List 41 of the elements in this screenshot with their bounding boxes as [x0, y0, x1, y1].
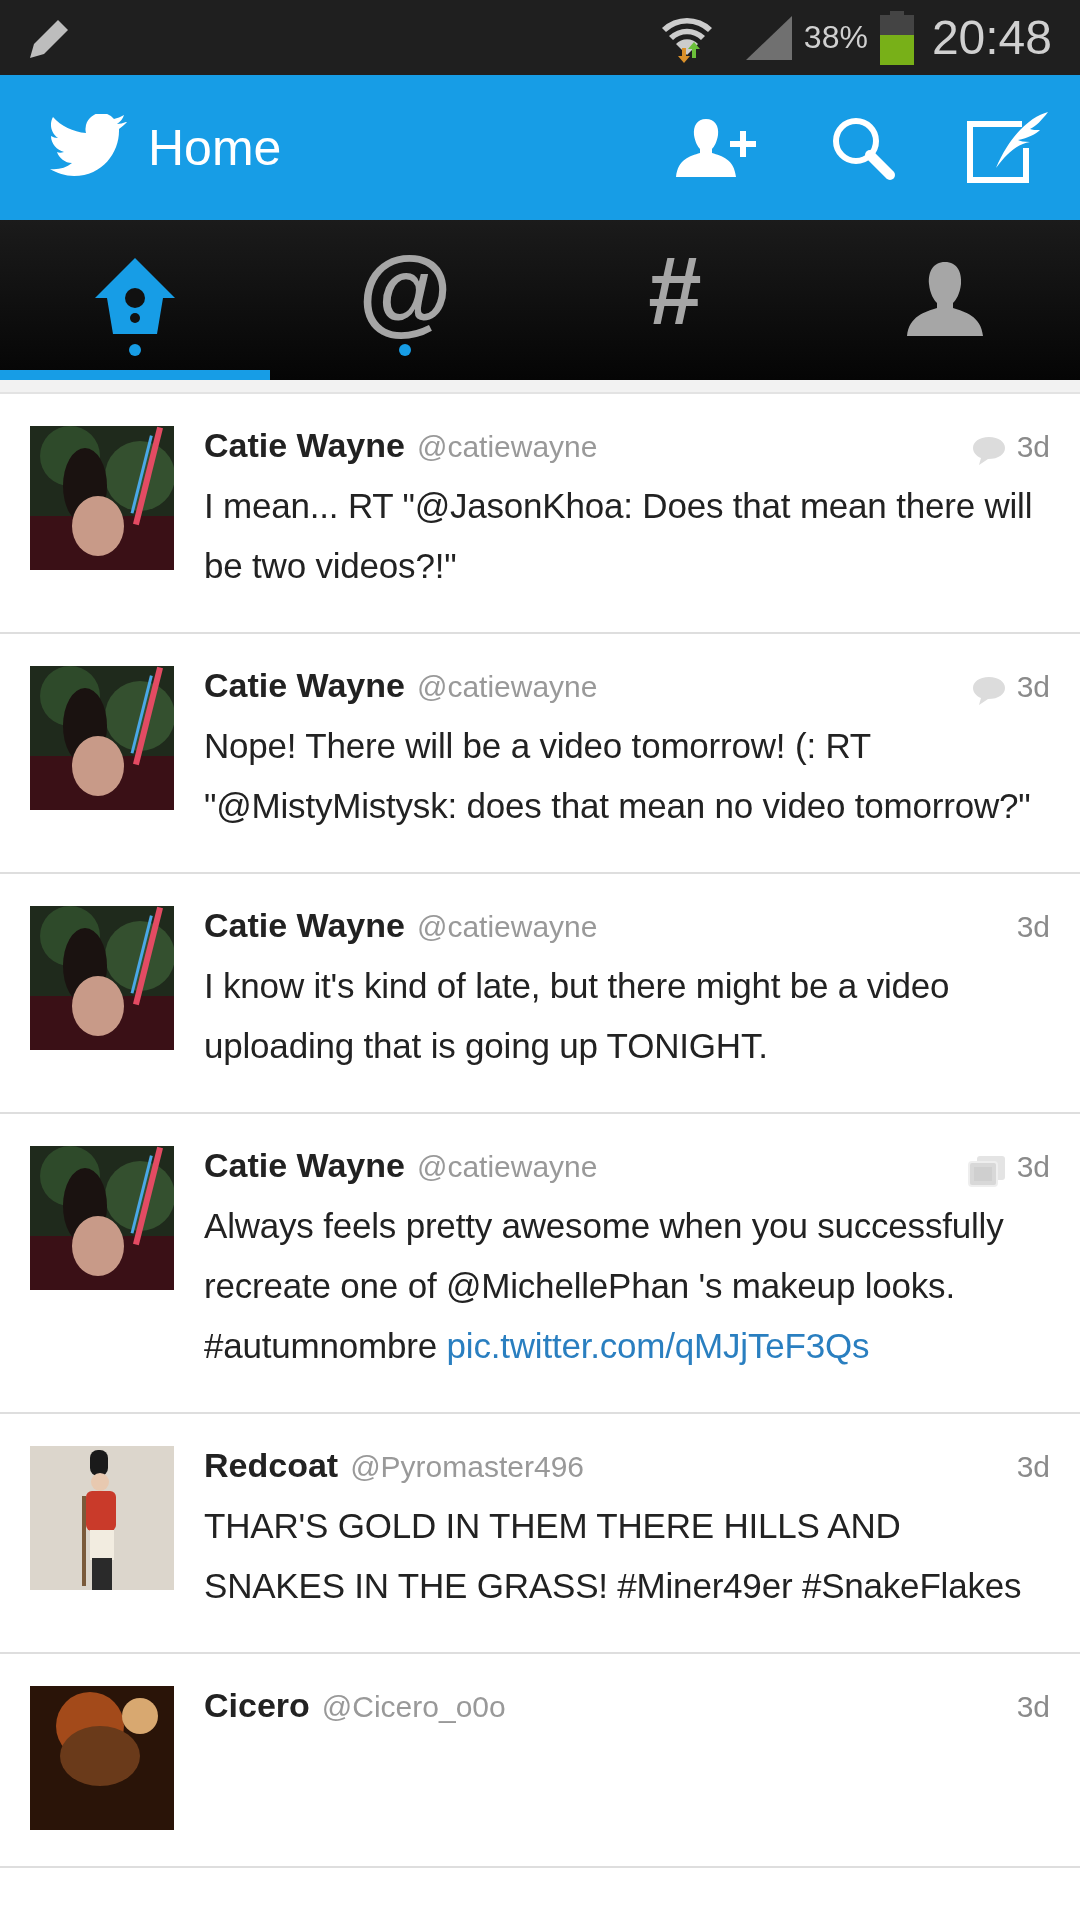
tweet-time: 3d	[1016, 1690, 1050, 1724]
tweet-row[interactable]: Catie Wayne @catiewayne 3d Always feels pretty awesome when you successfully recreate one of @MichellePhan 's makeup looks. #autumnombre pic.twitter.com/qMJjTeF3Qs	[0, 1114, 1080, 1414]
tweet-row[interactable]: Cicero @Cicero_o0o 3d	[0, 1654, 1080, 1868]
screen-title: Home	[148, 118, 282, 177]
author-handle: @catiewayne	[416, 1150, 598, 1184]
author-handle: @Cicero_o0o	[321, 1690, 506, 1724]
tweet-row[interactable]: Catie Wayne @catiewayne 3d Nope! There will be a video tomorrow! (: RT "@MistyMistysk: does that mean no video tomorrow?"	[0, 634, 1080, 874]
tweet-text: I mean... RT "@JasonKhoa: Does that mean there will be two videos?!"	[204, 485, 1034, 587]
tweet-time: 3d	[1016, 1150, 1050, 1184]
tweet-text: Always feels pretty awesome when you successfully recreate one of @MichellePhan 's makeup looks. #autumnombre pic.twitter.com/qMJjTeF3Qs	[204, 1205, 1005, 1367]
speech-bubble-icon	[970, 435, 1007, 467]
photos-icon	[966, 1154, 1007, 1188]
author-name: Redcoat	[204, 1446, 339, 1485]
author-handle: @catiewayne	[416, 430, 598, 464]
author-handle: @catiewayne	[416, 910, 598, 944]
tweet-row[interactable]: Catie Wayne @catiewayne 3d I mean... RT "@JasonKhoa: Does that mean there will be two videos?!"	[0, 394, 1080, 634]
tab-glyph[interactable]: #	[648, 246, 702, 336]
author-handle: @catiewayne	[416, 670, 598, 704]
tweet-text: THAR'S GOLD IN THEM THERE HILLS AND SNAKES IN THE GRASS! #Miner49er #SnakeFlakes	[204, 1505, 1023, 1607]
tweet-time: 3d	[1016, 1450, 1050, 1484]
tweet-row[interactable]: Redcoat @Pyromaster496 3d THAR'S GOLD IN THEM THERE HILLS AND SNAKES IN THE GRASS! #Miner49er #SnakeFlakes	[0, 1414, 1080, 1654]
author-handle: @Pyromaster496	[350, 1450, 585, 1484]
tweet-link[interactable]: pic.twitter.com/qMJjTeF3Qs	[446, 1326, 870, 1365]
tweet-time: 3d	[1016, 670, 1050, 704]
tweet-row[interactable]: Catie Wayne @catiewayne 3d I know it's kind of late, but there might be a video uploading that is going up TONIGHT.	[0, 874, 1080, 1114]
author-name: Catie Wayne	[204, 906, 405, 945]
speech-bubble-icon	[970, 675, 1007, 707]
clock: 20:48	[931, 10, 1052, 65]
birdhouse-icon[interactable]	[93, 256, 177, 336]
battery-percent: 38%	[803, 19, 868, 56]
tweet-text: I know it's kind of late, but there might be a video uploading that is going up TONIGHT.	[204, 965, 951, 1067]
battery-icon	[877, 10, 916, 65]
tweet-time: 3d	[1016, 430, 1050, 464]
author-name: Cicero	[204, 1686, 310, 1725]
compose-button[interactable]	[966, 111, 1050, 184]
person-icon[interactable]	[905, 260, 985, 336]
author-name: Catie Wayne	[204, 666, 405, 705]
tweet-time: 3d	[1016, 910, 1050, 944]
author-name: Catie Wayne	[204, 426, 405, 465]
tweet-text: Nope! There will be a video tomorrow! (: RT "@MistyMistysk: does that mean no video tomorrow?"	[204, 725, 1032, 827]
author-name: Catie Wayne	[204, 1146, 405, 1185]
